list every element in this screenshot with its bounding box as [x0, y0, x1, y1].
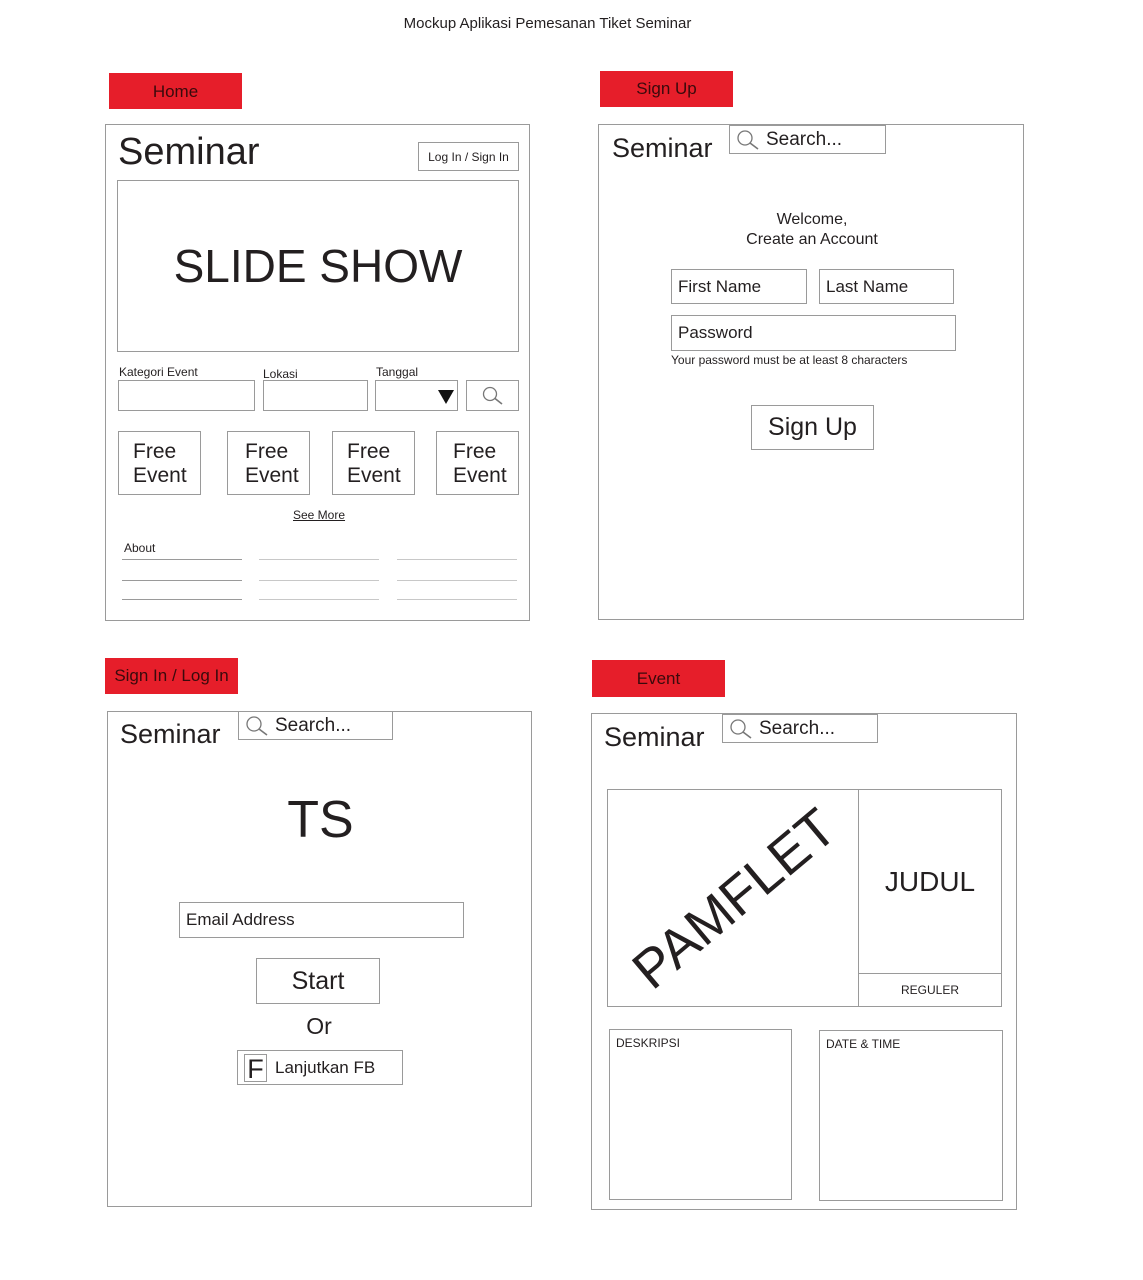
- footer-line: [259, 580, 379, 581]
- event-card[interactable]: Free Event: [436, 431, 519, 495]
- search-icon: [730, 718, 752, 739]
- facebook-label: Lanjutkan FB: [275, 1058, 376, 1077]
- footer-line: [397, 580, 517, 581]
- tab-event[interactable]: Event: [592, 660, 725, 697]
- event-card[interactable]: Free Event: [227, 431, 310, 495]
- tab-signin[interactable]: Sign In / Log In: [105, 658, 238, 694]
- search-icon: [246, 715, 268, 736]
- search-input[interactable]: Search...: [729, 125, 886, 154]
- event-card[interactable]: Free Event: [118, 431, 201, 495]
- search-placeholder: Search...: [766, 128, 843, 150]
- footer-line: [122, 559, 242, 560]
- first-name-field[interactable]: First Name: [671, 269, 807, 304]
- brand-mark: TS: [287, 791, 354, 849]
- event-card-label: Free Event: [453, 440, 507, 487]
- tanggal-label: Tanggal: [376, 365, 419, 379]
- event-card-label: Free Event: [245, 440, 299, 487]
- password-hint: Your password must be at least 8 charact…: [671, 353, 908, 367]
- chevron-down-icon: [438, 390, 454, 404]
- event-card[interactable]: Free Event: [332, 431, 415, 495]
- judul-label: JUDUL: [884, 865, 976, 897]
- search-input[interactable]: Search...: [238, 711, 393, 740]
- kategori-input[interactable]: [118, 380, 255, 411]
- tab-home[interactable]: Home: [109, 73, 242, 109]
- filter-search-button[interactable]: [466, 380, 519, 411]
- welcome-line: Welcome,: [776, 211, 848, 228]
- tab-signup[interactable]: Sign Up: [600, 71, 733, 107]
- footer-line: [397, 599, 517, 600]
- signup-logo: Seminar: [612, 133, 713, 163]
- start-button[interactable]: Start: [256, 958, 380, 1004]
- lokasi-label: Lokasi: [263, 367, 298, 381]
- footer-line: [122, 580, 242, 581]
- footer-about[interactable]: About: [124, 541, 155, 555]
- welcome-line: Create an Account: [746, 231, 878, 248]
- password-field[interactable]: Password: [671, 315, 956, 351]
- signup-button[interactable]: Sign Up: [751, 405, 874, 450]
- event-logo: Seminar: [604, 722, 705, 752]
- date-time-label: DATE & TIME: [826, 1037, 901, 1051]
- event-card-label: Free Event: [347, 440, 401, 487]
- signup-frame: Seminar Search... Welcome, Create an Acc…: [598, 124, 1024, 620]
- event-frame: Seminar Search... PAMFLET JUDUL REGULER …: [591, 713, 1017, 1210]
- search-icon: [482, 386, 503, 405]
- facebook-login-button[interactable]: F Lanjutkan FB: [237, 1050, 403, 1085]
- search-icon: [737, 129, 759, 150]
- footer-line: [397, 559, 517, 560]
- event-card-label: Free Event: [133, 440, 187, 487]
- facebook-icon: F: [244, 1054, 267, 1083]
- judul-panel: JUDUL: [858, 789, 1002, 974]
- page-title: Mockup Aplikasi Pemesanan Tiket Seminar: [403, 15, 692, 32]
- slideshow-label: SLIDE SHOW: [173, 240, 463, 292]
- last-name-field[interactable]: Last Name: [819, 269, 954, 304]
- deskripsi-panel: DESKRIPSI: [609, 1029, 792, 1200]
- footer-line: [259, 599, 379, 600]
- home-logo: Seminar: [118, 131, 260, 173]
- kategori-label: Kategori Event: [119, 365, 198, 379]
- slideshow: SLIDE SHOW: [117, 180, 519, 352]
- footer-line: [259, 559, 379, 560]
- search-input[interactable]: Search...: [722, 714, 878, 743]
- lokasi-input[interactable]: [263, 380, 368, 411]
- deskripsi-label: DESKRIPSI: [616, 1036, 681, 1050]
- signin-frame: Seminar Search... TS Email Address Start…: [107, 711, 532, 1207]
- search-placeholder: Search...: [275, 714, 352, 736]
- date-time-panel: DATE & TIME: [819, 1030, 1003, 1201]
- see-more-link[interactable]: See More: [293, 508, 345, 522]
- pamflet-label: PAMFLET: [621, 797, 848, 1001]
- reguler-label: REGULER: [900, 983, 959, 997]
- search-placeholder: Search...: [759, 717, 836, 739]
- reguler-button[interactable]: REGULER: [858, 973, 1002, 1007]
- or-text: Or: [306, 1013, 332, 1039]
- email-field[interactable]: Email Address: [179, 902, 464, 938]
- pamflet-image: PAMFLET: [607, 789, 860, 1007]
- welcome-text: Welcome, Create an Account: [599, 210, 1025, 250]
- footer-line: [122, 599, 242, 600]
- signin-logo: Seminar: [120, 719, 221, 749]
- home-frame: Seminar Log In / Sign In SLIDE SHOW Kate…: [105, 124, 530, 621]
- tanggal-select[interactable]: [375, 380, 458, 411]
- login-signin-button[interactable]: Log In / Sign In: [418, 142, 519, 171]
